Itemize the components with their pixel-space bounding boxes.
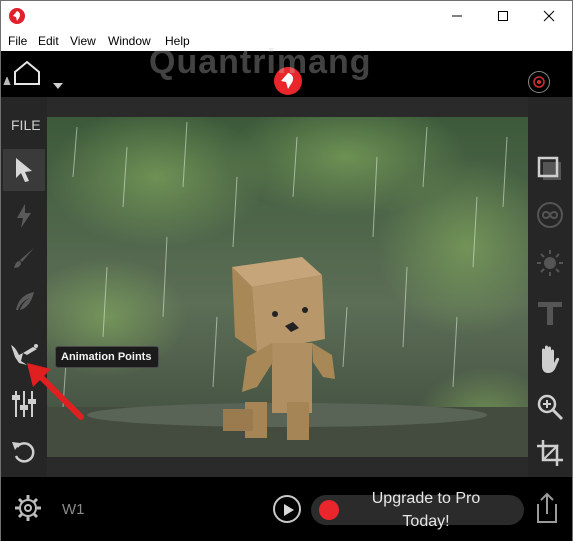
bottom-bar: W1 Upgrade to Pro Today! [1,477,572,541]
hand-icon[interactable] [530,339,570,379]
minimize-button[interactable] [434,1,480,31]
menu-window[interactable]: Window [108,34,151,48]
photo-canvas[interactable] [47,117,528,457]
file-label[interactable]: FILE [11,117,41,133]
play-button[interactable] [273,495,301,523]
menu-file[interactable]: File [8,34,27,48]
red-arrow-annotation-icon [27,363,84,420]
home-icon[interactable] [13,60,41,86]
lightning-icon[interactable] [3,195,45,237]
brush-icon[interactable] [3,237,45,279]
loop-icon[interactable] [530,195,570,235]
app-window: File Edit View Window Help Quantrimang F… [0,0,573,541]
right-toolbar [528,97,572,477]
gear-icon[interactable] [14,494,42,522]
brightness-icon[interactable] [530,243,570,283]
feather-icon[interactable] [3,281,45,323]
zoom-icon[interactable] [530,387,570,427]
play-icon [284,504,294,516]
watermark-text: Quantrimang [149,43,372,81]
menu-view[interactable]: View [70,34,96,48]
share-icon[interactable] [535,492,559,524]
app-logo-icon [319,500,339,520]
app-logo-icon [9,8,25,24]
upgrade-label: Upgrade to Pro Today! [371,490,481,530]
layers-icon[interactable] [530,149,570,189]
maximize-button[interactable] [480,1,526,31]
workspace-label: W1 [62,501,85,518]
close-button[interactable] [526,1,572,31]
caret-left-icon[interactable] [2,77,12,85]
upgrade-button[interactable]: Upgrade to Pro Today! [311,490,524,530]
select-arrow-icon[interactable] [3,149,45,191]
crop-icon[interactable] [530,433,570,473]
settings-orb-icon[interactable] [528,71,550,93]
menu-edit[interactable]: Edit [38,34,59,48]
undo-icon[interactable] [3,431,45,473]
chevron-down-icon[interactable] [53,83,63,89]
text-icon[interactable] [530,293,570,333]
title-bar [1,1,572,31]
